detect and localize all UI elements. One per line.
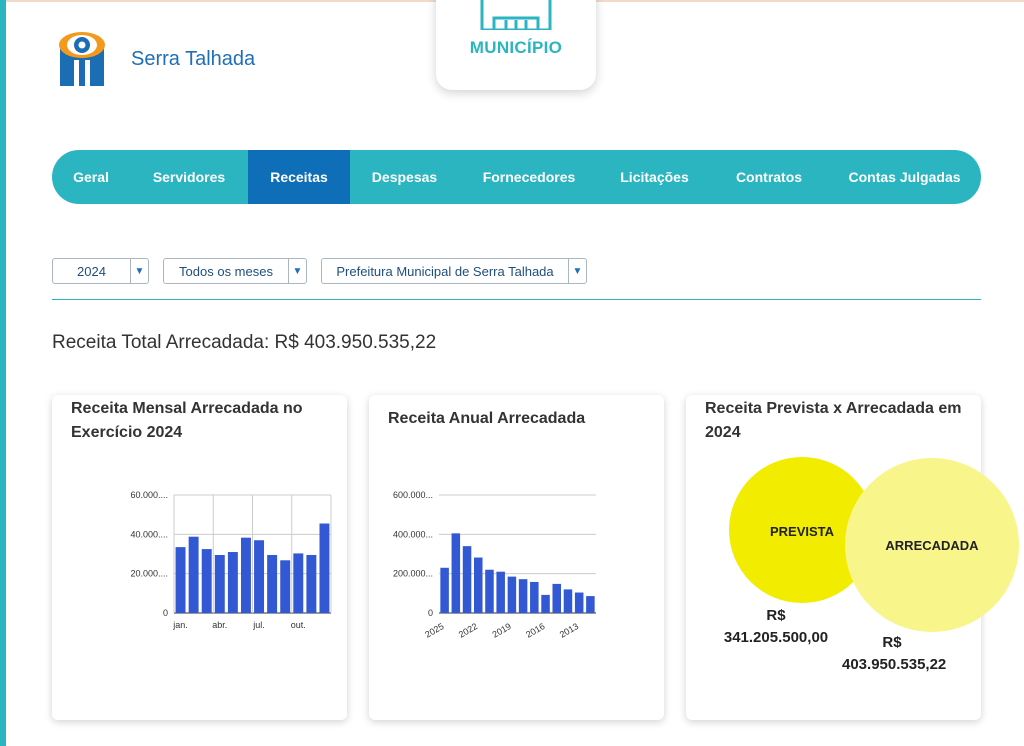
nav-licitacoes[interactable]: Licitações bbox=[599, 150, 710, 204]
year-select-value: 2024 bbox=[77, 263, 106, 279]
venn-card: Receita Prevista x Arrecadada em 2024 PR… bbox=[686, 395, 1019, 720]
bar-nov. bbox=[306, 554, 317, 613]
bar-2018 bbox=[518, 579, 528, 613]
main-nav: Geral Servidores Receitas Despesas Forne… bbox=[52, 150, 981, 204]
bar-2015 bbox=[552, 583, 562, 613]
chevron-down-icon: ▼ bbox=[130, 259, 148, 283]
card-title: Receita Prevista x Arrecadada em 2024 bbox=[705, 400, 962, 441]
x-tick-label: abr. bbox=[212, 620, 227, 630]
municipio-card[interactable]: MUNICÍPIO bbox=[436, 0, 596, 90]
y-tick-label: 400.000... bbox=[393, 529, 433, 539]
bar-set. bbox=[280, 560, 291, 613]
bar-mai. bbox=[227, 552, 238, 613]
x-tick-label: jul. bbox=[252, 620, 265, 630]
y-tick-label: 0 bbox=[163, 608, 168, 618]
bar-abr. bbox=[214, 554, 225, 613]
year-select[interactable]: 2024 ▼ bbox=[52, 258, 149, 284]
x-tick-label: 2019 bbox=[491, 621, 513, 640]
nav-receitas[interactable]: Receitas bbox=[248, 150, 350, 204]
bar-jan. bbox=[175, 547, 186, 613]
bar-jul. bbox=[254, 540, 265, 613]
month-select-value: Todos os meses bbox=[179, 263, 273, 279]
x-tick-label: out. bbox=[291, 620, 306, 630]
y-tick-label: 600.000... bbox=[393, 490, 433, 500]
bar-2024 bbox=[451, 533, 461, 613]
municipio-label: MUNICÍPIO bbox=[469, 38, 563, 57]
bar-jun. bbox=[240, 537, 251, 613]
x-tick-label: 2016 bbox=[524, 621, 546, 640]
brand-name[interactable]: Serra Talhada bbox=[131, 48, 255, 71]
left-accent-bar bbox=[0, 0, 6, 746]
nav-geral[interactable]: Geral bbox=[52, 150, 130, 204]
bar-2012 bbox=[586, 596, 595, 613]
y-tick-label: 20.000.... bbox=[130, 569, 168, 579]
bar-2016 bbox=[541, 594, 550, 613]
building-icon bbox=[480, 0, 552, 30]
chevron-down-icon: ▼ bbox=[288, 259, 306, 283]
monthly-revenue-chart: 0 20.000.... 40.000.... 60.000.... jan. abr. j… bbox=[130, 490, 332, 630]
chevron-down-icon: ▼ bbox=[568, 259, 586, 283]
bar-2013 bbox=[574, 592, 584, 613]
venn-prevista-label: PREVISTA bbox=[769, 524, 835, 539]
y-tick-label: 60.000.... bbox=[130, 490, 168, 500]
bar-2023 bbox=[462, 546, 472, 613]
entity-select[interactable]: Prefeitura Municipal de Serra Talhada ▼ bbox=[321, 258, 587, 284]
bar-2025 bbox=[440, 567, 449, 613]
bar-2019 bbox=[507, 576, 517, 613]
y-tick-label: 40.000.... bbox=[130, 529, 168, 539]
entity-select-value: Prefeitura Municipal de Serra Talhada bbox=[336, 263, 554, 279]
y-tick-label: 200.000... bbox=[393, 569, 433, 579]
x-tick-label: 2025 bbox=[423, 621, 445, 640]
filters-divider bbox=[52, 299, 981, 300]
annual-revenue-card: Receita Anual Arrecadada 0 200.000... 400.… bbox=[369, 395, 664, 720]
bar-mar. bbox=[201, 549, 212, 613]
bar-ago. bbox=[267, 554, 278, 613]
nav-despesas[interactable]: Despesas bbox=[350, 150, 459, 204]
bar-2014 bbox=[563, 589, 573, 613]
bar-2021 bbox=[485, 569, 494, 613]
bar-out. bbox=[293, 553, 304, 613]
serra-talhada-logo[interactable] bbox=[58, 26, 106, 86]
bar-2020 bbox=[496, 571, 505, 613]
bar-dez. bbox=[319, 523, 330, 613]
nav-contas-julgadas[interactable]: Contas Julgadas bbox=[828, 150, 981, 204]
annual-revenue-chart: 0 200.000... 400.000... 600.000... 2025 2022 2… bbox=[393, 490, 596, 640]
nav-fornecedores[interactable]: Fornecedores bbox=[459, 150, 599, 204]
month-select[interactable]: Todos os meses ▼ bbox=[163, 258, 307, 284]
venn-prevista-value: R$ 341.205.500,00 bbox=[723, 607, 829, 646]
x-tick-label: jan. bbox=[172, 620, 188, 630]
venn-arrecadada-value: R$ 403.950.535,22 bbox=[842, 634, 947, 673]
bar-2017 bbox=[530, 581, 539, 613]
x-tick-label: 2022 bbox=[457, 621, 479, 640]
x-tick-label: 2013 bbox=[558, 621, 580, 640]
monthly-revenue-card: Receita Mensal Arrecadada no Exercício 2… bbox=[52, 395, 347, 720]
total-revenue: Receita Total Arrecadada: R$ 403.950.535… bbox=[52, 332, 437, 353]
bar-2022 bbox=[473, 557, 483, 613]
venn-arrecadada-label: ARRECADADA bbox=[885, 538, 979, 553]
nav-contratos[interactable]: Contratos bbox=[710, 150, 828, 204]
y-tick-label: 0 bbox=[428, 608, 433, 618]
bar-fev. bbox=[188, 536, 199, 613]
nav-servidores[interactable]: Servidores bbox=[130, 150, 248, 204]
